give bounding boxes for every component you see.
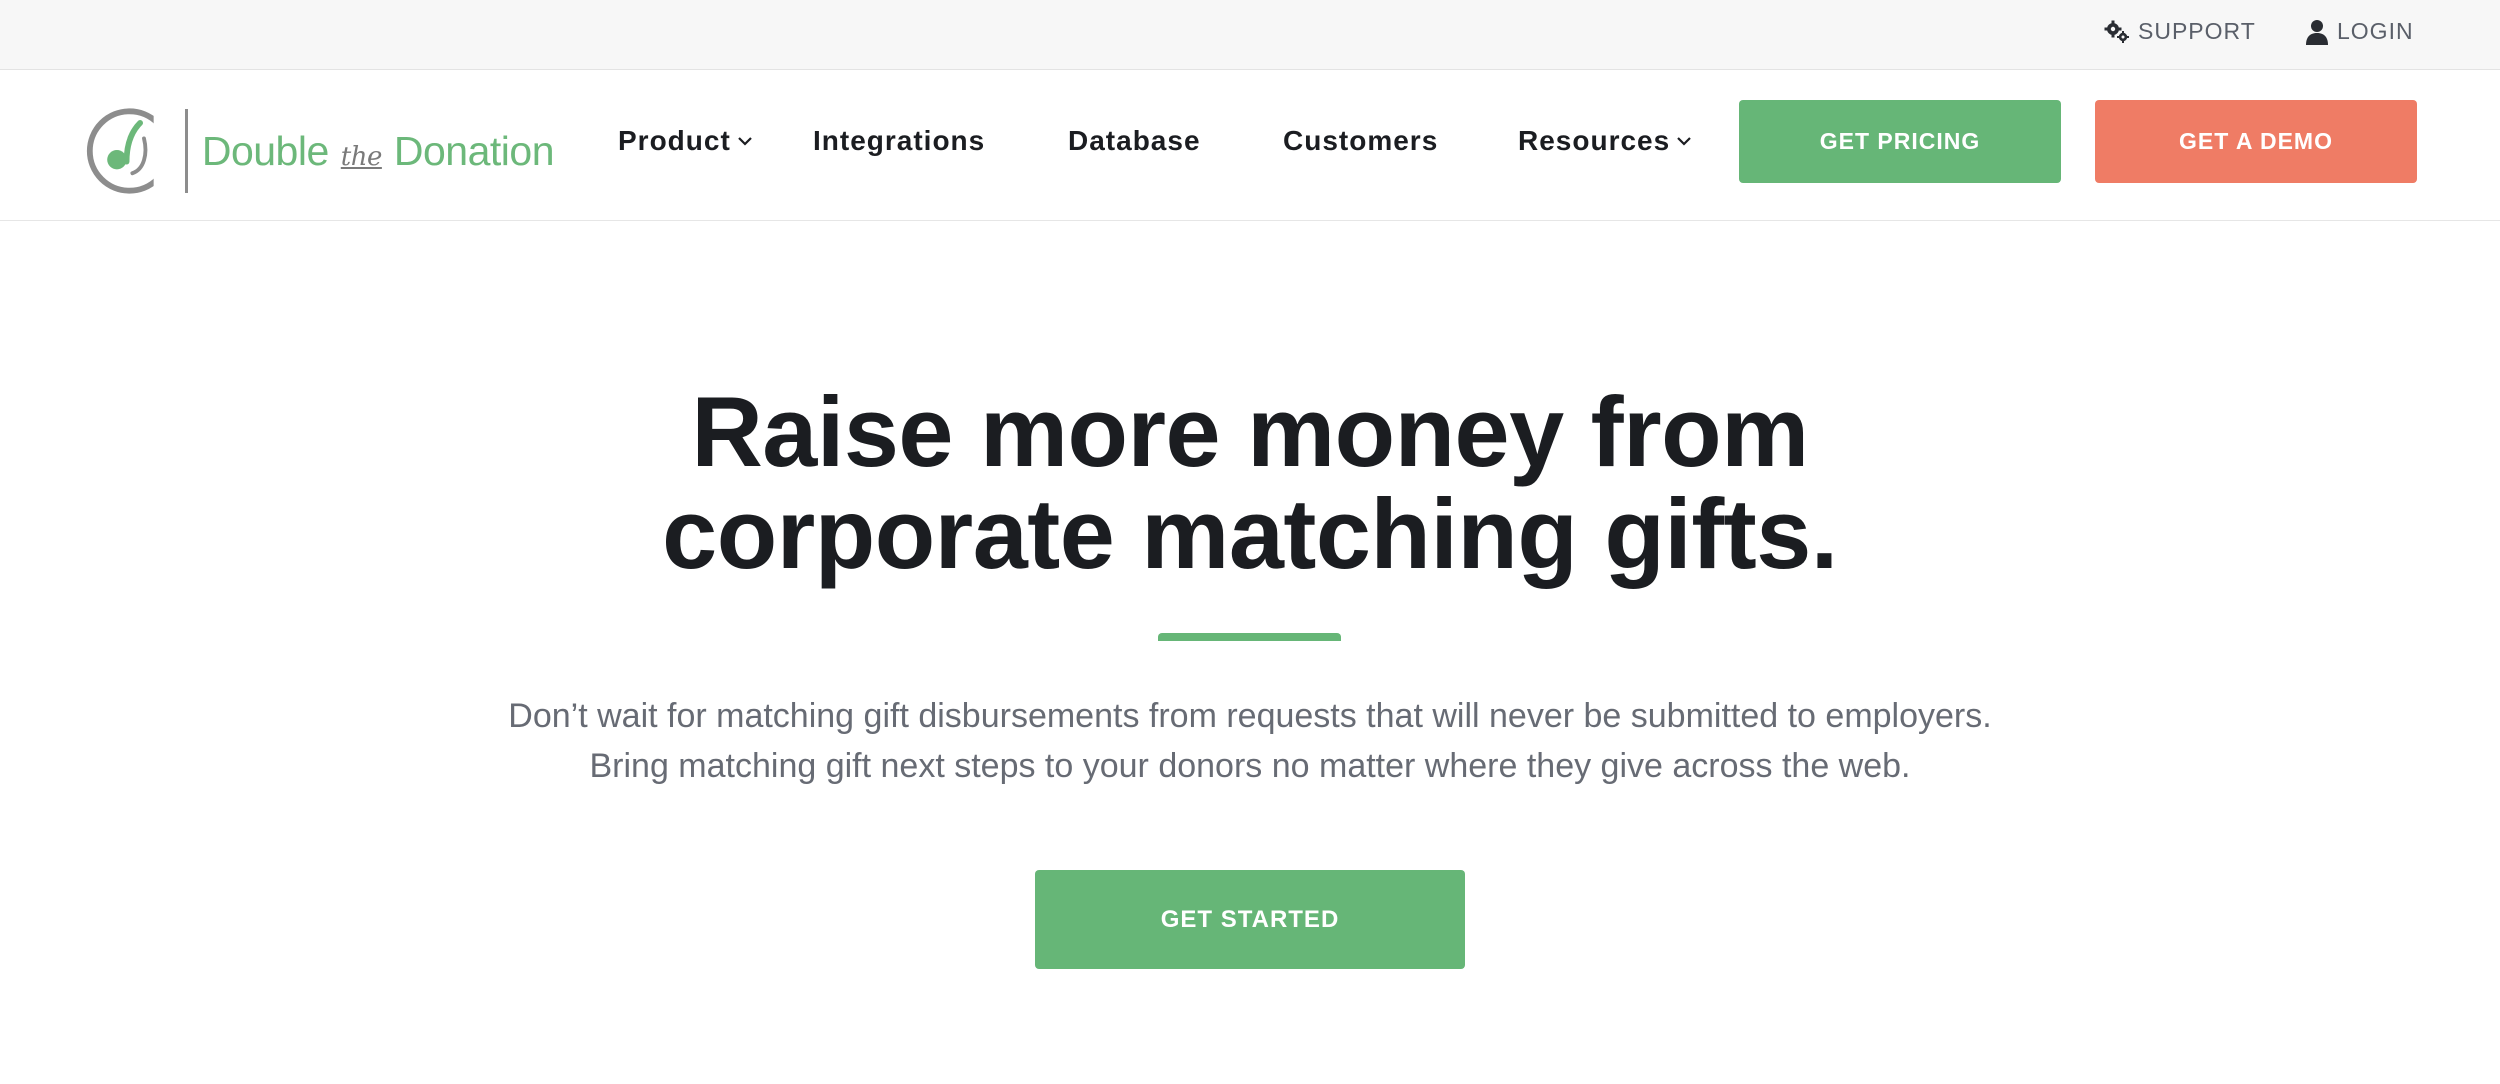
nav-item-integrations[interactable]: Integrations <box>813 70 985 212</box>
chevron-down-icon <box>1677 137 1691 146</box>
get-demo-button[interactable]: GET A DEMO <box>2095 100 2417 183</box>
logo-divider <box>184 109 188 193</box>
logo[interactable]: Double the Donation <box>84 106 555 196</box>
nav-item-product[interactable]: Product <box>618 70 753 212</box>
hero-subtitle-line: Bring matching gift next steps to your d… <box>589 747 1911 785</box>
main-nav: Double the Donation Product Integrations… <box>0 70 2500 221</box>
nav-item-label: Product <box>618 125 731 156</box>
logo-wordmark: Double the Donation <box>201 127 555 175</box>
get-pricing-button[interactable]: GET PRICING <box>1739 100 2061 183</box>
hero-subtitle: Don’t wait for matching gift disbursemen… <box>250 691 2250 791</box>
hero-title: Raise more money from corporate matching… <box>250 381 2250 585</box>
logo-word-donation: Donation <box>393 127 555 174</box>
logo-word-double: Double <box>201 127 329 174</box>
nav-item-database[interactable]: Database <box>1068 70 1201 212</box>
hero-accent-bar <box>1158 633 1341 641</box>
nav-item-label: Database <box>1068 125 1201 156</box>
nav-item-label: Customers <box>1283 125 1439 156</box>
nav-item-label: Resources <box>1518 125 1671 156</box>
login-link[interactable]: LOGIN <box>2305 0 2414 63</box>
hero-title-line: Raise more money from <box>691 376 1809 487</box>
login-label: LOGIN <box>2337 18 2414 44</box>
get-started-button[interactable]: GET STARTED <box>1035 870 1465 969</box>
utility-bar: SUPPORT LOGIN <box>0 0 2500 70</box>
gears-icon <box>2104 20 2130 44</box>
hero-title-line: corporate matching gifts. <box>662 478 1838 589</box>
user-icon <box>2305 19 2329 45</box>
nav-item-label: Integrations <box>813 125 986 156</box>
chevron-down-icon <box>738 137 752 146</box>
support-label: SUPPORT <box>2138 18 2256 44</box>
hero-section: Raise more money from corporate matching… <box>0 221 2500 1084</box>
nav-item-customers[interactable]: Customers <box>1283 70 1438 212</box>
support-link[interactable]: SUPPORT <box>2104 0 2256 63</box>
hero-subtitle-line: Don’t wait for matching gift disbursemen… <box>508 697 1992 735</box>
logo-mark-icon <box>86 108 175 194</box>
logo-word-the: the <box>340 141 383 172</box>
nav-item-resources[interactable]: Resources <box>1518 70 1692 212</box>
